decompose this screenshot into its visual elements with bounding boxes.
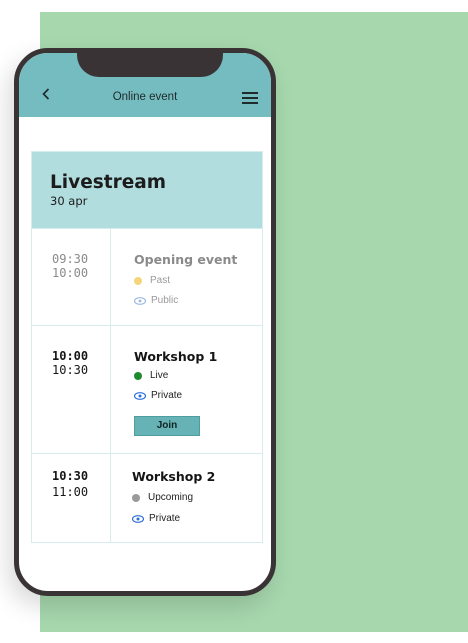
visibility-label: Private	[149, 513, 181, 524]
status-label: Upcoming	[148, 492, 194, 503]
eye-icon	[134, 296, 146, 305]
end-time: 10:00	[52, 266, 89, 280]
visibility-badge: Public	[134, 295, 178, 306]
join-button[interactable]: Join	[134, 416, 200, 436]
day-header: Livestream 30 apr	[32, 152, 262, 228]
status-dot-icon	[134, 276, 142, 285]
schedule-list: Livestream 30 apr 09:30 10:00 Opening ev…	[31, 151, 263, 543]
app-header: Online event	[19, 53, 271, 117]
hamburger-menu-icon[interactable]	[242, 89, 258, 104]
event-title: Workshop 1	[134, 349, 218, 364]
status-dot-icon	[134, 371, 142, 380]
status-label: Past	[150, 275, 171, 286]
day-date: 30 apr	[50, 194, 88, 208]
visibility-label: Public	[151, 295, 179, 306]
list-item[interactable]: 10:00 10:30 Workshop 1 Live Private Join	[32, 325, 262, 453]
phone-frame: Online event Livestream 30 apr 09:30 10:…	[14, 48, 276, 596]
phone-notch	[77, 53, 223, 77]
start-time: 09:30	[52, 252, 89, 266]
end-time: 10:30	[52, 363, 89, 377]
end-time: 11:00	[52, 485, 89, 499]
status-badge: Past	[134, 275, 170, 286]
status-label: Live	[150, 370, 169, 381]
status-badge: Live	[134, 370, 168, 381]
time-column: 10:30 11:00	[32, 454, 111, 542]
start-time: 10:30	[52, 469, 89, 483]
time-column: 09:30 10:00	[32, 229, 111, 325]
page-title: Online event	[112, 91, 178, 103]
list-item[interactable]: 09:30 10:00 Opening event Past Public	[32, 228, 262, 325]
eye-icon	[134, 391, 146, 400]
day-title: Livestream	[50, 172, 167, 193]
status-dot-icon	[132, 493, 140, 502]
event-title: Workshop 2	[132, 469, 216, 484]
start-time: 10:00	[52, 349, 89, 363]
time-column: 10:00 10:30	[32, 326, 111, 453]
list-item[interactable]: 10:30 11:00 Workshop 2 Upcoming Private	[32, 453, 262, 542]
eye-icon	[132, 514, 144, 523]
visibility-badge: Private	[134, 390, 182, 401]
visibility-label: Private	[151, 390, 183, 401]
event-title: Opening event	[134, 252, 238, 267]
visibility-badge: Private	[132, 513, 180, 524]
status-badge: Upcoming	[132, 492, 193, 503]
